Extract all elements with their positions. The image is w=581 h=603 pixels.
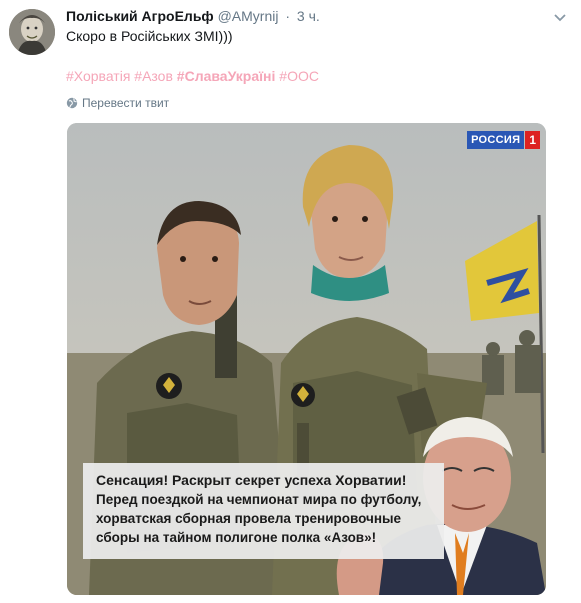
avatar[interactable] (9, 9, 55, 55)
hashtag-link[interactable]: #Азов (134, 68, 173, 84)
tweet-media-image[interactable]: РОССИЯ 1 Сенсация! Раскрыт секрет успеха… (67, 123, 546, 595)
channel-logo-text: РОССИЯ (467, 131, 525, 149)
author-handle[interactable]: @AMyrnij (218, 8, 279, 24)
translate-label: Перевести твит (82, 96, 170, 110)
hashtag-link[interactable]: #ООС (279, 68, 319, 84)
separator-dot: · (285, 8, 291, 24)
tweet: Поліський АгроЕльф @AMyrnij · 3 ч. Скоро… (0, 0, 581, 603)
news-caption-box: Сенсация! Раскрыт секрет успеха Хорватии… (83, 463, 444, 559)
globe-icon (66, 97, 78, 109)
author-name[interactable]: Поліський АгроЕльф (66, 8, 214, 24)
tweet-text: Скоро в Російських ЗМІ))) (66, 28, 233, 44)
hashtag-link[interactable]: #СлаваУкраїні (177, 68, 276, 84)
tweet-header: Поліський АгроЕльф @AMyrnij · 3 ч. (66, 7, 541, 25)
caption-line: сборы на тайном полигоне полка «Азов»! (96, 530, 377, 545)
channel-logo: РОССИЯ 1 (467, 131, 540, 149)
timestamp[interactable]: 3 ч. (297, 8, 320, 24)
channel-logo-number: 1 (525, 131, 540, 149)
hashtags: #Хорватія #Азов #СлаваУкраїні #ООС (66, 67, 319, 85)
caption-headline: Сенсация! Раскрыт секрет успеха Хорватии… (96, 472, 407, 488)
caption-line: Перед поездкой на чемпионат мира по футб… (96, 492, 422, 507)
caption-line: хорватская сборная провела тренировочные (96, 511, 402, 526)
caret-down-icon[interactable] (553, 10, 567, 22)
translate-tweet-link[interactable]: Перевести твит (66, 95, 169, 111)
hashtag-link[interactable]: #Хорватія (66, 68, 130, 84)
